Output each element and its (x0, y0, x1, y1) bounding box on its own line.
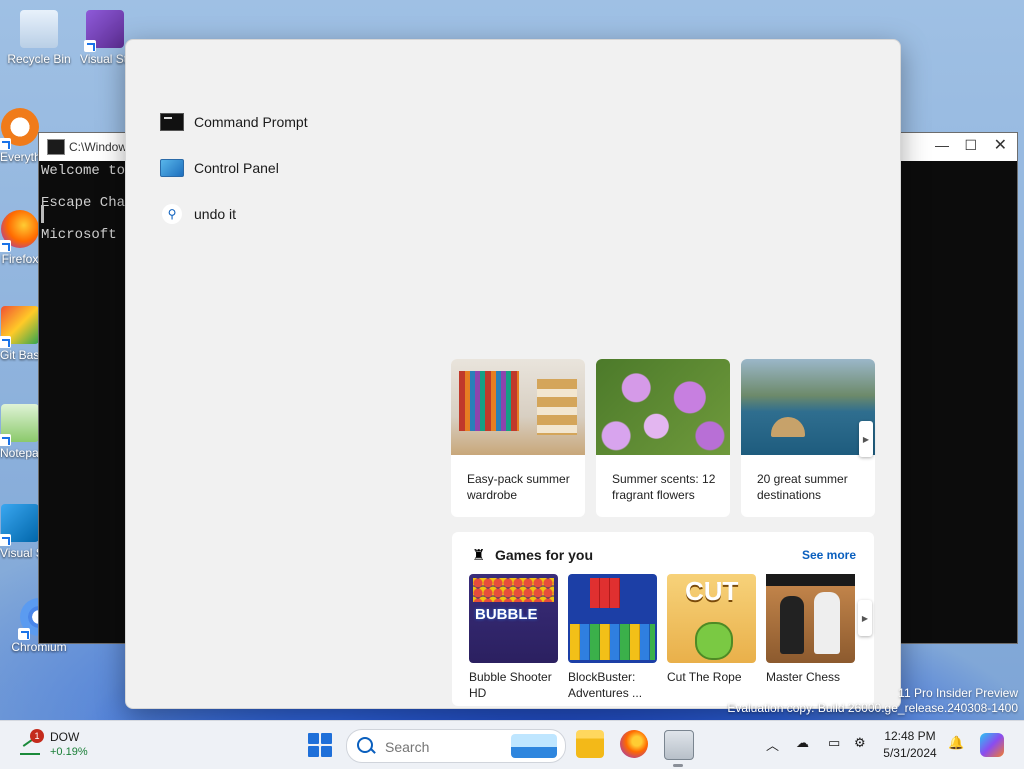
game-tile[interactable]: Cut The Rope (667, 574, 756, 685)
desktop-icon-notepad[interactable]: Notepad (0, 404, 40, 460)
desktop-icon-recycle-bin[interactable]: Recycle Bin (5, 10, 73, 66)
console-line: Escape Char (41, 195, 134, 211)
firefox-taskbar-icon[interactable] (620, 730, 648, 758)
news-card-image (741, 359, 875, 455)
recycle-bin-icon (20, 10, 58, 48)
news-card-caption: 20 great summer destinations (757, 472, 848, 502)
windows-logo-icon (308, 733, 319, 744)
news-card-caption: Summer scents: 12 fragrant flowers (612, 472, 716, 502)
visual-studio-icon (84, 10, 124, 52)
command-prompt-icon (160, 112, 184, 132)
game-name: BlockBuster: Adventures ... (568, 670, 643, 700)
stock-name: DOW (50, 730, 80, 744)
game-tile[interactable]: Master Chess (766, 574, 855, 685)
os-watermark: 11 Pro Insider Preview Evaluation copy. … (727, 686, 1018, 716)
game-name: Master Chess (766, 670, 841, 684)
control-panel-icon (160, 158, 184, 178)
desktop-icon-visual-studio[interactable]: Visual Studio 2022 Preview (80, 10, 130, 66)
games-section: ♜ Games for you See more Bubble Shooter … (452, 532, 874, 706)
watermark-line: Evaluation copy. Build 26000.ge_release.… (727, 701, 1018, 715)
taskbar: 1 DOW +0.19% ︿ ☁ ▭ ⚙ 12:48 PM 5/31/2024 … (0, 720, 1024, 769)
news-card[interactable]: Easy-pack summer wardrobe (451, 359, 585, 517)
everything-icon (0, 108, 39, 150)
chevron-up-icon[interactable]: ︿ (766, 735, 779, 754)
news-next-arrow-icon[interactable]: ▶ (859, 421, 873, 457)
news-card-image (451, 359, 585, 455)
desktop-icon-git-bash[interactable]: Git Bash (0, 306, 40, 362)
desktop-icon-label: Visual Studio Code (0, 546, 40, 560)
stock-widget[interactable]: 1 DOW +0.19% (18, 729, 98, 761)
desktop-icon-label: Notepad (0, 446, 40, 460)
desktop-icon-label: Git Bash (0, 348, 40, 362)
display-icon[interactable]: ▭ (828, 735, 840, 751)
search-icon (357, 737, 373, 753)
result-label: undo it (194, 206, 237, 222)
settings-status-icon[interactable]: ⚙ (854, 735, 866, 751)
desktop-icon-label: Firefox (1, 252, 39, 266)
desktop-icon-everything[interactable]: Everything (0, 108, 40, 164)
desktop-icon-label: Everything (0, 150, 40, 164)
vscode-icon (0, 504, 39, 546)
game-controller-icon: ♜ (472, 547, 486, 564)
game-name: Bubble Shooter HD (469, 670, 552, 700)
result-label: Control Panel (194, 160, 279, 176)
minimize-icon[interactable]: — (935, 137, 949, 153)
console-line: Microsoft T (41, 227, 134, 243)
result-web-search[interactable]: ⚲ undo it (160, 199, 236, 229)
notification-badge: 1 (30, 729, 44, 743)
search-icon: ⚲ (160, 204, 184, 224)
desktop-icon-label: Recycle Bin (7, 52, 71, 66)
result-control-panel[interactable]: Control Panel (160, 153, 279, 183)
firefox-icon (0, 210, 39, 252)
news-card[interactable]: 20 great summer destinations (741, 359, 875, 517)
network-icon[interactable]: ☁ (796, 735, 809, 751)
notification-bell-icon[interactable]: 🔔 (948, 735, 964, 751)
clock[interactable]: 12:48 PM 5/31/2024 (870, 728, 950, 762)
desktop-icon-firefox[interactable]: Firefox (0, 210, 40, 266)
clock-date: 5/31/2024 (883, 746, 937, 760)
game-image (766, 574, 855, 663)
desktop-icon-vscode[interactable]: Visual Studio Code (0, 504, 40, 560)
game-tile[interactable]: Bubble Shooter HD (469, 574, 558, 701)
stock-change: +0.19% (50, 746, 88, 758)
news-card-caption: Easy-pack summer wardrobe (467, 472, 570, 502)
close-icon[interactable]: ✕ (994, 135, 1007, 155)
taskbar-search-box[interactable] (346, 729, 566, 763)
result-command-prompt[interactable]: Command Prompt (160, 107, 308, 137)
search-panel: Command Prompt Control Panel ⚲ undo it E… (125, 39, 901, 709)
copilot-icon[interactable] (980, 733, 1004, 757)
start-button[interactable] (308, 733, 332, 757)
game-image (667, 574, 756, 663)
game-image (469, 574, 558, 663)
watermark-line: 11 Pro Insider Preview (898, 686, 1018, 700)
desktop-icon-label: Visual Studio 2022 Preview (80, 52, 130, 66)
news-card[interactable]: Summer scents: 12 fragrant flowers (596, 359, 730, 517)
clock-time: 12:48 PM (884, 729, 936, 743)
game-name: Cut The Rope (667, 670, 742, 684)
games-next-arrow-icon[interactable]: ▶ (858, 600, 872, 636)
file-explorer-icon[interactable] (576, 730, 604, 758)
search-highlight-image (511, 734, 557, 758)
games-title: Games for you (495, 547, 594, 563)
see-more-link[interactable]: See more (802, 548, 856, 562)
game-tile[interactable]: BlockBuster: Adventures ... (568, 574, 657, 701)
result-label: Command Prompt (194, 114, 308, 130)
running-indicator (673, 764, 683, 767)
console-line: Welcome to (41, 163, 126, 179)
git-bash-icon (0, 306, 39, 348)
console-app-icon (47, 139, 65, 155)
maximize-icon[interactable]: ☐ (964, 137, 977, 154)
terminal-taskbar-icon[interactable] (664, 730, 694, 760)
search-input[interactable] (383, 736, 507, 758)
game-image (568, 574, 657, 663)
news-card-image (596, 359, 730, 455)
console-scrollbar[interactable] (41, 205, 44, 223)
notepad-icon (0, 404, 39, 446)
console-title: C:\Windows (69, 140, 134, 154)
